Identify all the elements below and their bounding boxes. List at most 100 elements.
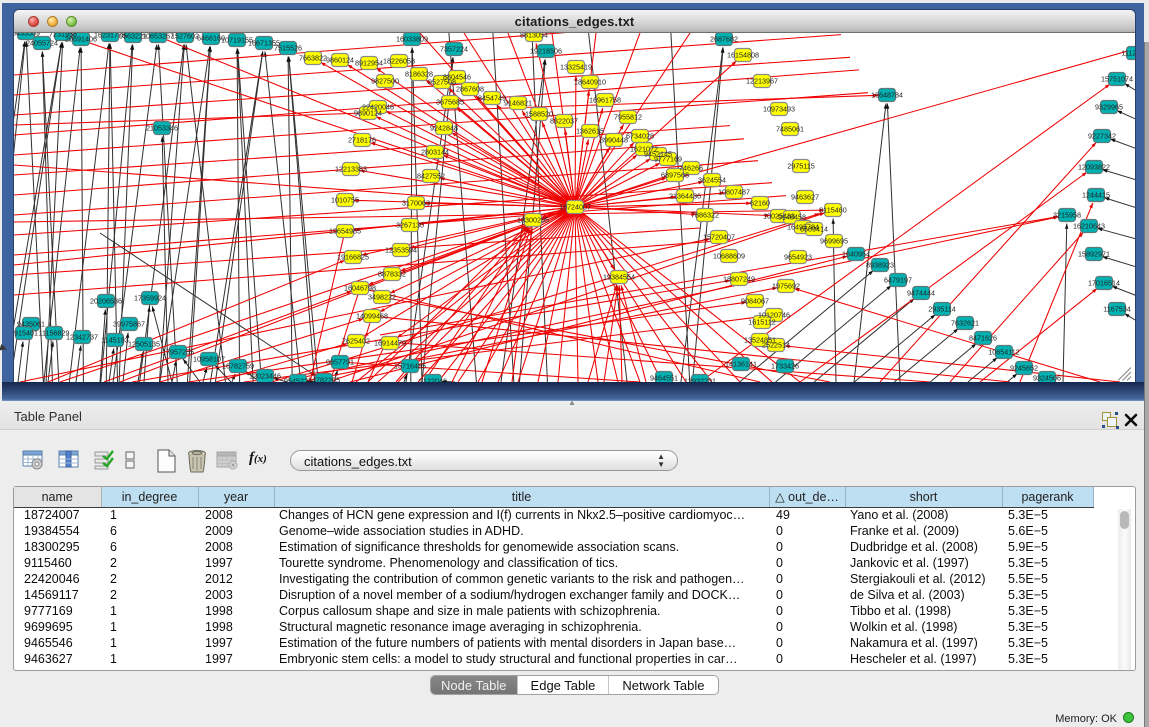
svg-text:18226058: 18226058 (383, 57, 415, 66)
svg-text:9464551: 9464551 (650, 374, 678, 382)
svg-text:12093822: 12093822 (1078, 163, 1110, 172)
svg-text:9148458: 9148458 (778, 213, 806, 222)
svg-text:9324506: 9324506 (1033, 374, 1061, 382)
svg-text:20206536: 20206536 (90, 297, 122, 306)
svg-text:9860124: 9860124 (326, 56, 354, 65)
svg-text:2803144: 2803144 (421, 148, 449, 157)
svg-text:9146821: 9146821 (504, 99, 532, 108)
svg-text:9084067: 9084067 (741, 297, 769, 306)
svg-text:9435061: 9435061 (17, 320, 45, 329)
svg-text:6479197: 6479197 (884, 276, 912, 285)
svg-text:7663822: 7663822 (299, 54, 327, 63)
svg-text:16782759: 16782759 (222, 362, 254, 371)
svg-text:18640910: 18640910 (574, 78, 606, 87)
svg-text:9115460: 9115460 (819, 206, 846, 215)
svg-text:9245652: 9245652 (1010, 364, 1038, 373)
svg-text:8804546: 8804546 (443, 73, 471, 82)
svg-text:9777169: 9777169 (654, 155, 682, 164)
svg-text:8912954: 8912954 (355, 59, 383, 68)
svg-text:9857791: 9857791 (326, 358, 354, 367)
svg-text:18724007: 18724007 (559, 203, 591, 212)
svg-text:10958107: 10958107 (193, 355, 225, 364)
svg-text:7515526: 7515526 (274, 44, 302, 53)
svg-text:10654112: 10654112 (988, 348, 1019, 357)
svg-text:1733426: 1733426 (771, 362, 799, 371)
svg-text:8322037: 8322037 (550, 117, 578, 126)
svg-text:8938923: 8938923 (866, 261, 894, 270)
svg-text:17957255: 17957255 (162, 348, 194, 357)
svg-text:10653267: 10653267 (142, 33, 174, 41)
svg-text:10807487: 10807487 (718, 188, 750, 197)
svg-text:7632621: 7632621 (951, 319, 979, 328)
svg-text:9329965: 9329965 (1095, 103, 1123, 112)
svg-text:7485061: 7485061 (776, 125, 804, 134)
svg-text:17016514: 17016514 (1088, 279, 1120, 288)
svg-text:16210643: 16210643 (1073, 222, 1105, 231)
svg-text:3267130: 3267130 (396, 221, 424, 230)
svg-text:8813054: 8813054 (520, 33, 548, 40)
svg-text:7357224: 7357224 (440, 45, 468, 54)
svg-text:3915401: 3915401 (14, 329, 38, 338)
svg-text:7955812: 7955812 (614, 113, 642, 122)
svg-text:12342737: 12342737 (66, 333, 98, 342)
svg-text:12353594: 12353594 (385, 246, 417, 255)
svg-text:19166825: 19166825 (337, 253, 369, 262)
svg-text:9827500: 9827500 (371, 77, 399, 86)
svg-text:6589414: 6589414 (800, 225, 828, 234)
svg-text:8454749: 8454749 (478, 94, 506, 103)
svg-text:3498222: 3498222 (368, 293, 396, 302)
svg-text:6897568: 6897568 (661, 171, 689, 180)
svg-text:6734028: 6734028 (626, 132, 654, 141)
svg-text:2935114: 2935114 (928, 305, 955, 314)
svg-text:9463627: 9463627 (791, 193, 819, 202)
svg-text:2522514: 2522514 (762, 341, 790, 350)
svg-text:2975115: 2975115 (787, 162, 814, 171)
svg-text:16648784: 16648784 (871, 91, 903, 100)
svg-text:19218506: 19218506 (530, 47, 562, 56)
svg-text:13325419: 13325419 (560, 63, 592, 72)
svg-text:16033809: 16033809 (396, 35, 428, 44)
svg-text:3624554: 3624554 (698, 176, 726, 185)
svg-text:15892971: 15892971 (1078, 250, 1110, 259)
svg-text:7625402: 7625402 (342, 337, 370, 346)
svg-text:12505135: 12505135 (128, 340, 160, 349)
svg-text:8471626: 8471626 (969, 334, 997, 343)
svg-text:1640954: 1640954 (842, 250, 870, 259)
svg-text:11156829: 11156829 (39, 329, 70, 338)
svg-text:2687682: 2687682 (710, 35, 738, 44)
svg-text:10973493: 10973493 (763, 105, 795, 114)
svg-text:17359924: 17359924 (134, 294, 166, 303)
svg-text:20691406: 20691406 (65, 35, 97, 44)
svg-text:15716485: 15716485 (394, 362, 426, 371)
svg-text:9474444: 9474444 (907, 289, 935, 298)
svg-text:9890124: 9890124 (354, 109, 382, 118)
svg-text:19654985: 19654985 (329, 227, 361, 236)
svg-text:8427552: 8427552 (417, 172, 445, 181)
svg-text:62160: 62160 (750, 199, 770, 208)
svg-text:1362615: 1362615 (576, 127, 604, 136)
svg-text:19384554: 19384554 (603, 273, 635, 282)
svg-text:3675685: 3675685 (436, 98, 464, 107)
svg-text:9654923: 9654923 (784, 253, 812, 262)
svg-text:16914479: 16914479 (374, 339, 406, 348)
svg-text:18807249: 18807249 (723, 275, 755, 284)
svg-text:8433509: 8433509 (14, 33, 40, 38)
svg-text:1167534: 1167534 (1103, 305, 1130, 314)
svg-text:1615112: 1615112 (748, 318, 775, 327)
svg-text:8878332: 8878332 (378, 270, 406, 279)
svg-text:12213383: 12213383 (335, 165, 367, 174)
svg-text:1145193: 1145193 (101, 336, 128, 345)
svg-text:18300295: 18300295 (517, 216, 549, 225)
svg-text:9242848: 9242848 (430, 124, 458, 133)
svg-text:3170063: 3170063 (402, 199, 430, 208)
svg-text:1527602: 1527602 (171, 33, 199, 41)
svg-text:39975867: 39975867 (113, 320, 145, 329)
svg-text:14099468: 14099468 (356, 312, 388, 321)
svg-text:16046798: 16046798 (344, 284, 376, 293)
svg-text:1010755: 1010755 (331, 196, 359, 205)
svg-text:12023446: 12023446 (249, 372, 281, 381)
svg-text:3215958: 3215958 (1053, 211, 1081, 220)
svg-text:24055724: 24055724 (26, 39, 58, 48)
svg-text:1112905: 1112905 (1122, 49, 1135, 58)
svg-text:16961758: 16961758 (589, 96, 621, 105)
